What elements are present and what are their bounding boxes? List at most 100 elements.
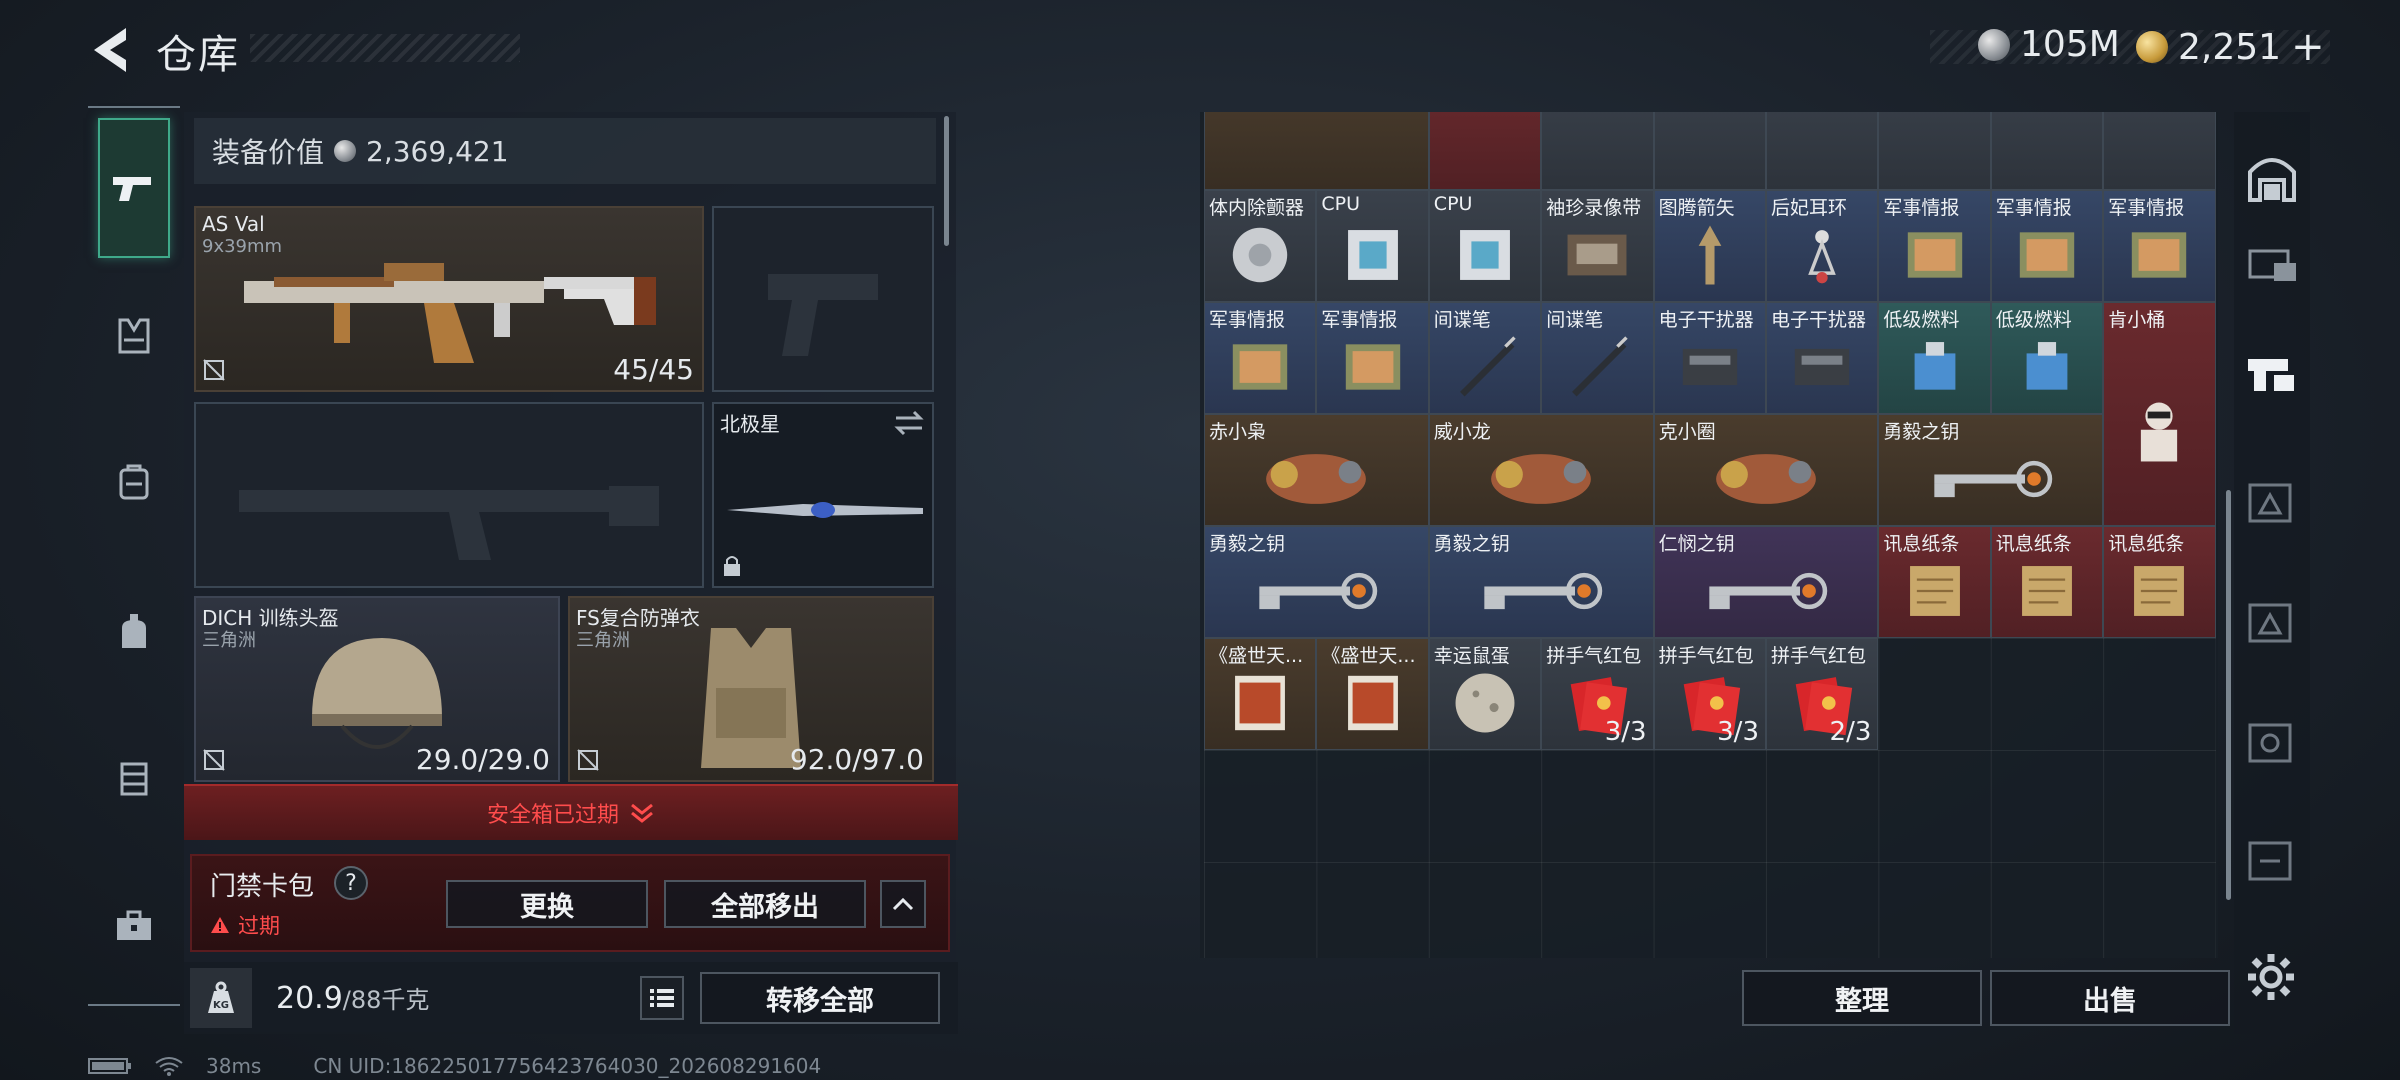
equipment-value-row: 装备价值 2,369,421	[194, 118, 936, 184]
stash-item-label: CPU	[1433, 193, 1473, 215]
stash-item[interactable]: 拼手气红包 3/3	[1541, 638, 1654, 750]
stash-item[interactable]: 体内除颤器	[1204, 190, 1317, 302]
rifle-image	[244, 262, 656, 363]
remove-all-button[interactable]: 全部移出	[664, 880, 866, 928]
stash-tab-6[interactable]	[2240, 826, 2304, 890]
stash-item[interactable]: 《盛世天...	[1316, 638, 1429, 750]
back-arrow-icon[interactable]	[86, 22, 136, 78]
stash-item[interactable]: 赤小枭	[1204, 414, 1429, 526]
replace-button[interactable]: 更换	[446, 880, 648, 928]
stash-item[interactable]: 电子干扰器	[1653, 302, 1766, 414]
stash-item[interactable]: 拼手气红包 3/3	[1653, 638, 1766, 750]
stash-item-label: 肯小桶	[2108, 309, 2166, 331]
nav-tab-chest-rig[interactable]	[98, 300, 170, 372]
armor-slot[interactable]: FS复合防弹衣 三角洲 92.0/97.0	[568, 596, 934, 782]
nav-tab-backpack[interactable]	[98, 446, 170, 518]
melee-name: 北极星	[720, 412, 780, 436]
list-view-button[interactable]	[640, 976, 684, 1020]
stash-tab-4[interactable]	[2240, 588, 2304, 652]
stash-item[interactable]: CPU	[1428, 190, 1542, 302]
stash-item-partial[interactable]	[1878, 112, 1991, 190]
stash-item-label: 勇毅之钥	[1433, 533, 1510, 555]
stash-item-label: 勇毅之钥	[1209, 533, 1286, 555]
equipment-value: 2,369,421	[366, 134, 509, 168]
secondary-weapon-slot[interactable]	[194, 402, 704, 588]
stash-item[interactable]: 《盛世天...	[1204, 638, 1317, 750]
fuel-image	[2026, 341, 2068, 390]
stash-item[interactable]: CPU	[1316, 190, 1429, 302]
stash-expansion-icon	[2248, 841, 2292, 881]
stash-item-partial[interactable]	[1766, 112, 1879, 190]
stash-item[interactable]: 讯息纸条	[1878, 526, 1991, 638]
stash-item[interactable]: 仁悯之钥	[1653, 526, 1879, 638]
nav-tab-case[interactable]	[98, 742, 170, 814]
stash-item-partial[interactable]	[1541, 112, 1654, 190]
stash-item[interactable]: 军事情报	[1990, 190, 2104, 302]
stash-item[interactable]: 军事情报	[1204, 302, 1317, 414]
stash-item[interactable]: 威小龙	[1428, 414, 1654, 526]
add-currency-button[interactable]: +	[2291, 24, 2325, 70]
stash-tab-all[interactable]	[2240, 146, 2304, 210]
nav-tab-weapons[interactable]	[98, 118, 170, 258]
stash-item[interactable]: 克小圈	[1653, 414, 1879, 526]
pistol-slot[interactable]	[712, 206, 934, 392]
key-image	[1709, 572, 1828, 609]
stash-item[interactable]: 勇毅之钥	[1428, 526, 1654, 638]
stash-item[interactable]: 袖珍录像带	[1541, 190, 1654, 302]
jammer-image	[1794, 348, 1850, 385]
stash-item[interactable]: 肯小桶	[2103, 302, 2216, 526]
stash-item[interactable]: 后妃耳环	[1766, 190, 1879, 302]
safe-box-expired-bar[interactable]: 安全箱已过期	[184, 784, 958, 840]
stash-item[interactable]: 拼手气红包 2/3	[1766, 638, 1879, 750]
gold-coin-icon	[2136, 31, 2168, 63]
armor-durability: 92.0/97.0	[789, 743, 924, 776]
figure-image	[2141, 402, 2178, 462]
transfer-all-button[interactable]: 转移全部	[700, 972, 940, 1024]
stash-item-partial[interactable]	[1428, 112, 1542, 190]
collapse-button[interactable]	[880, 880, 926, 928]
sell-button[interactable]: 出售	[1990, 970, 2230, 1026]
sort-button[interactable]: 整理	[1742, 970, 1982, 1026]
stash-item[interactable]: 幸运鼠蛋	[1428, 638, 1542, 750]
stash-tab-2[interactable]	[2240, 342, 2304, 406]
stash-item[interactable]: 军事情报	[2103, 190, 2216, 302]
stash-item-label: 军事情报	[2108, 197, 2185, 219]
nav-tab-toolbox[interactable]	[98, 890, 170, 962]
stash-item-partial[interactable]	[1653, 112, 1766, 190]
stash-item[interactable]: 图腾箭矢	[1653, 190, 1766, 302]
stash-scrollbar[interactable]	[2226, 490, 2231, 900]
stash-expansion-icon	[2248, 483, 2292, 523]
stash-item[interactable]: 电子干扰器	[1766, 302, 1879, 414]
stash-item-partial[interactable]	[2103, 112, 2216, 190]
stash-item-partial[interactable]	[1990, 112, 2104, 190]
weight-readout: 20.9/88千克	[276, 980, 429, 1016]
nav-tab-bag[interactable]	[98, 596, 170, 668]
stash-tab-3[interactable]	[2240, 468, 2304, 532]
helmet-slot[interactable]: DICH 训练头盔 三角洲 29.0/29.0	[194, 596, 560, 782]
battery-icon	[88, 1058, 131, 1074]
swap-icon[interactable]	[894, 410, 924, 436]
stash-item[interactable]: 间谍笔	[1541, 302, 1654, 414]
settings-gear-icon[interactable]	[2246, 952, 2296, 1002]
note-image	[1909, 565, 1960, 616]
stash-item[interactable]: 勇毅之钥	[1204, 526, 1429, 638]
pistol-placeholder-icon	[768, 273, 878, 356]
stash-tab-5[interactable]	[2240, 708, 2304, 772]
help-button[interactable]: ?	[334, 866, 368, 900]
stash-item-partial[interactable]	[1204, 112, 1429, 190]
melee-slot[interactable]: 北极星	[712, 402, 934, 588]
stash-item[interactable]: 低级燃料	[1878, 302, 1991, 414]
intel-image	[1907, 232, 1962, 278]
stash-item[interactable]: 军事情报	[1878, 190, 1991, 302]
stash-tab-1[interactable]	[2240, 230, 2304, 294]
stash-item[interactable]: 军事情报	[1316, 302, 1429, 414]
stash-item[interactable]: 勇毅之钥	[1878, 414, 2104, 526]
stash-item-label: 后妃耳环	[1771, 197, 1848, 219]
stash-item[interactable]: 间谍笔	[1428, 302, 1542, 414]
primary-weapon-slot[interactable]: AS Val 9x39mm 45/45	[194, 206, 704, 392]
stash-item[interactable]: 低级燃料	[1990, 302, 2104, 414]
no-insurance-icon	[203, 749, 225, 771]
stash-item[interactable]: 讯息纸条	[2103, 526, 2216, 638]
equipment-scrollbar[interactable]	[944, 116, 949, 246]
stash-item[interactable]: 讯息纸条	[1990, 526, 2104, 638]
